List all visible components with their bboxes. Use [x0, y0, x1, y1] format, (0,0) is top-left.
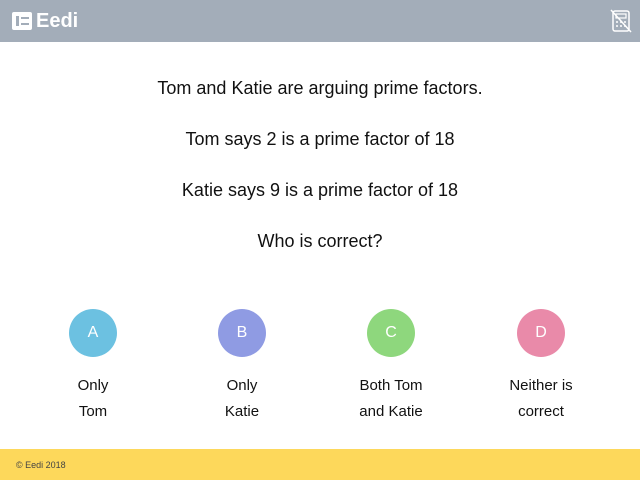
option-c-circle[interactable]: C — [367, 309, 415, 357]
question-line-3: Katie says 9 is a prime factor of 18 — [181, 180, 459, 200]
logo-text: Eedi — [36, 10, 79, 32]
header-bar: Eedi — [0, 0, 640, 42]
option-c-text: Both Tom and Katie — [359, 377, 423, 420]
calculator-disabled-icon[interactable] — [610, 9, 632, 33]
question-slide: Eedi Tom and Katie are arguing prime fac… — [0, 0, 640, 480]
option-d-circle[interactable]: D — [517, 309, 565, 357]
question-line-1: Tom and Katie are arguing prime factors. — [157, 78, 483, 98]
option-a[interactable]: A Only Tom — [33, 309, 153, 425]
option-b[interactable]: B Only Katie — [182, 309, 302, 425]
eedi-logo-icon — [12, 12, 32, 30]
eedi-logo: Eedi — [12, 11, 78, 31]
option-d-text: Neither is correct — [509, 377, 573, 420]
option-a-text: Only Tom — [77, 377, 109, 420]
copyright-text: © Eedi 2018 — [16, 460, 66, 470]
footer-bar: © Eedi 2018 — [0, 449, 640, 480]
option-b-circle[interactable]: B — [218, 309, 266, 357]
option-a-circle[interactable]: A — [69, 309, 117, 357]
question-line-4: Who is correct? — [257, 231, 383, 251]
question-line-2: Tom says 2 is a prime factor of 18 — [185, 129, 455, 149]
option-c[interactable]: C Both Tom and Katie — [331, 309, 451, 425]
option-d[interactable]: D Neither is correct — [481, 309, 601, 425]
option-b-text: Only Katie — [224, 377, 260, 420]
